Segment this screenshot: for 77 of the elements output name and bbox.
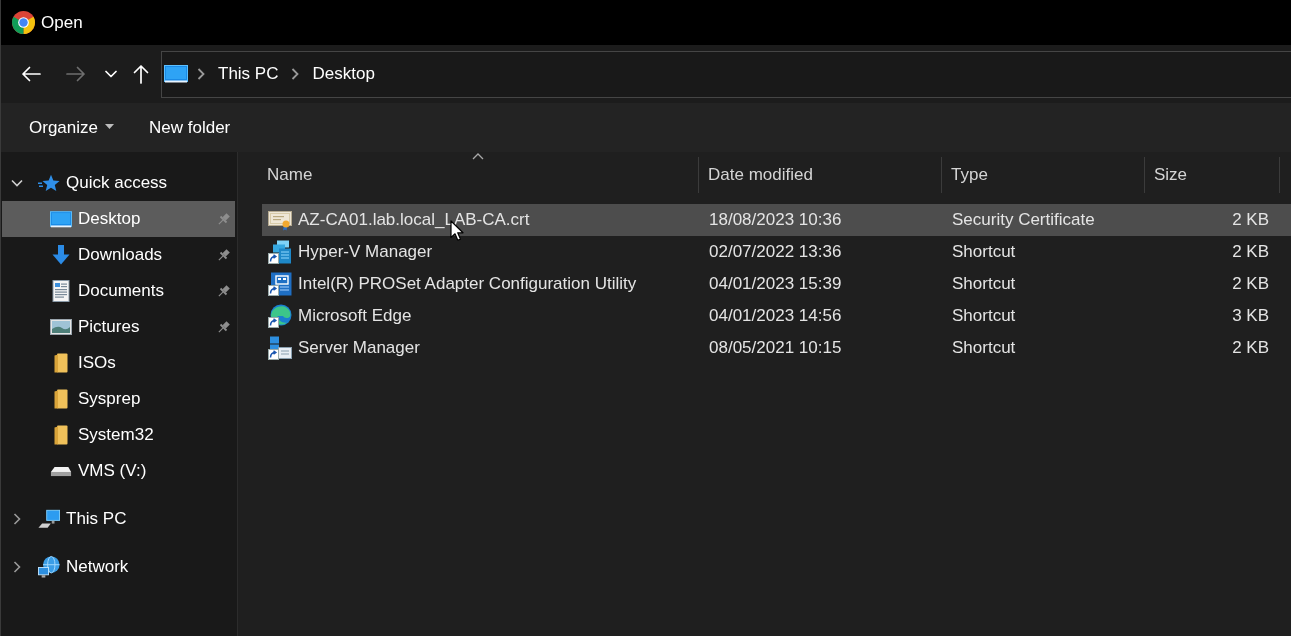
server-icon	[268, 336, 292, 360]
file-size: 2 KB	[1231, 242, 1270, 262]
chevron-down-icon	[105, 70, 117, 78]
computer-icon	[38, 509, 60, 529]
nav-item[interactable]: System32	[2, 417, 235, 453]
right-arrow-icon	[66, 66, 86, 82]
modified-date: 04/01/2023 14:56	[708, 306, 843, 326]
nav-item[interactable]: ISOs	[2, 345, 235, 381]
nav-item[interactable]: Quick access	[2, 165, 235, 201]
file-type: Shortcut	[951, 242, 1017, 262]
app-icon	[12, 11, 35, 34]
nav-item[interactable]: Documents	[2, 273, 235, 309]
breadcrumb-item[interactable]: This PC	[214, 62, 283, 86]
expand-chevron-icon[interactable]	[11, 179, 23, 187]
file-type: Shortcut	[951, 306, 1017, 326]
folder-icon	[54, 389, 68, 409]
pin-icon[interactable]	[216, 283, 231, 299]
download-arrow-icon	[52, 245, 70, 265]
address-bar[interactable]: This PC Desktop	[161, 50, 1291, 98]
column-header[interactable]: Size	[1145, 157, 1280, 193]
file-size: 2 KB	[1231, 274, 1270, 294]
modified-date: 18/08/2023 10:36	[708, 210, 843, 230]
column-header[interactable]: Name	[258, 157, 699, 193]
file-name: AZ-CA01.lab.local_LAB-CA.crt	[298, 210, 530, 230]
file-size: 3 KB	[1231, 306, 1270, 326]
modified-date: 04/01/2023 15:39	[708, 274, 843, 294]
globe-icon	[38, 555, 60, 579]
collapse-chevron-icon[interactable]	[13, 513, 21, 525]
breadcrumb-chevron-icon[interactable]	[197, 68, 205, 80]
picture-icon	[50, 319, 72, 335]
monitor-icon	[164, 65, 188, 83]
nav-item[interactable]: Desktop	[2, 201, 235, 237]
caret-down-icon	[105, 124, 114, 129]
nav-item[interactable]: Downloads	[2, 237, 235, 273]
drive-icon	[50, 465, 72, 477]
nav-item[interactable]: Network	[2, 549, 235, 585]
organize-menu-button[interactable]: Organize	[17, 111, 126, 144]
nav-item[interactable]: Sysprep	[2, 381, 235, 417]
nav-item[interactable]: This PC	[2, 501, 235, 537]
nav-item[interactable]: Pictures	[2, 309, 235, 345]
file-row[interactable]: Microsoft Edge 04/01/2023 14:56 Shortcut 3 KB	[262, 300, 1291, 332]
file-size: 2 KB	[1231, 210, 1270, 230]
file-name: Microsoft Edge	[298, 306, 412, 326]
pin-icon[interactable]	[216, 247, 231, 263]
folder-icon	[54, 353, 68, 373]
file-row[interactable]: AZ-CA01.lab.local_LAB-CA.crt 18/08/2023 10:36 Security Certificate 2 KB	[262, 204, 1291, 236]
file-name: Hyper-V Manager	[298, 242, 433, 262]
up-arrow-icon	[133, 64, 149, 84]
file-row[interactable]: Server Manager 08/05/2021 10:15 Shortcut 2 KB	[262, 332, 1291, 364]
monitor-icon	[50, 210, 72, 228]
server-stack-icon	[268, 240, 292, 264]
modified-date: 08/05/2021 10:15	[708, 338, 843, 358]
swirl-icon	[268, 304, 292, 328]
left-arrow-icon	[21, 66, 41, 82]
column-header[interactable]: Date modified	[699, 157, 942, 193]
adapter-card-icon	[268, 272, 292, 296]
pin-icon[interactable]	[216, 319, 231, 335]
breadcrumb-chevron-icon[interactable]	[291, 68, 300, 80]
file-size: 2 KB	[1231, 338, 1270, 358]
certificate-icon	[268, 209, 292, 231]
document-icon	[52, 280, 70, 302]
file-type: Shortcut	[951, 338, 1017, 358]
window-title: Open	[41, 12, 83, 33]
collapse-chevron-icon[interactable]	[13, 561, 21, 573]
file-type: Security Certificate	[951, 210, 1096, 230]
file-name: Server Manager	[298, 338, 420, 358]
file-type: Shortcut	[951, 274, 1017, 294]
star-icon	[38, 173, 60, 193]
file-row[interactable]: Hyper-V Manager 02/07/2022 13:36 Shortcut 2 KB	[262, 236, 1291, 268]
nav-item[interactable]: VMS (V:)	[2, 453, 235, 489]
breadcrumb-item[interactable]: Desktop	[308, 62, 379, 86]
file-row[interactable]: Intel(R) PROSet Adapter Configuration Utility 04/01/2023 15:39 Shortcut 2 KB	[262, 268, 1291, 300]
modified-date: 02/07/2022 13:36	[708, 242, 843, 262]
new-folder-button[interactable]: New folder	[137, 111, 243, 144]
folder-icon	[54, 425, 68, 445]
file-name: Intel(R) PROSet Adapter Configuration Utility	[298, 274, 637, 294]
column-header[interactable]: Type	[942, 157, 1145, 193]
